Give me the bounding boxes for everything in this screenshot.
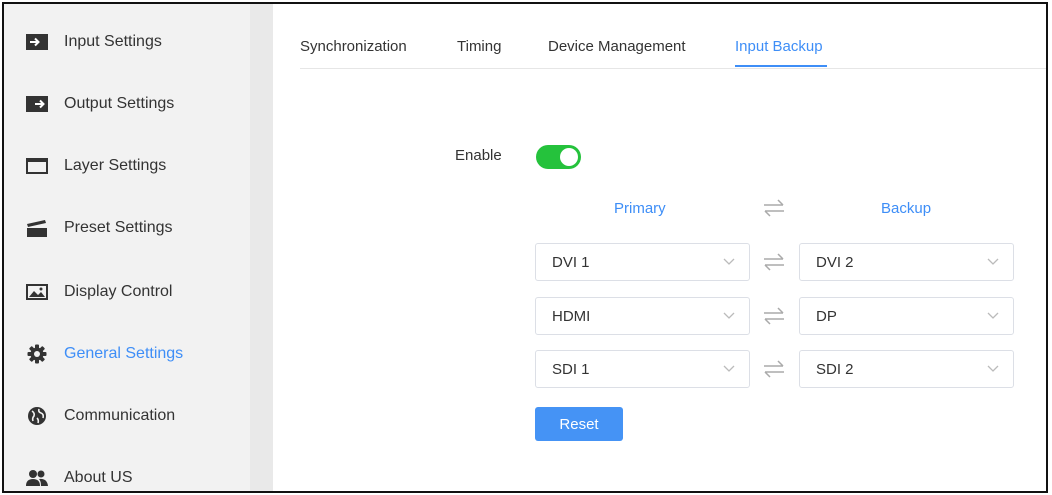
primary-select-value: SDI 1 (552, 361, 590, 378)
active-tab-indicator (735, 65, 827, 67)
app-window: Input Settings Output Settings Layer Set… (2, 2, 1048, 493)
primary-header: Primary (614, 200, 666, 217)
backup-select-value: DVI 2 (816, 254, 854, 271)
chevron-down-icon (723, 365, 735, 372)
primary-select-1[interactable]: DVI 1 (535, 243, 750, 281)
toggle-knob (560, 148, 578, 166)
sidebar-item-about-us[interactable]: About US (4, 458, 250, 491)
settings-panel: Synchronization Timing Device Management… (273, 4, 1046, 491)
sidebar-item-communication[interactable]: Communication (4, 396, 250, 436)
backup-select-2[interactable]: DP (799, 297, 1014, 335)
window-icon (26, 156, 48, 176)
gear-icon (26, 344, 48, 364)
swap-icon (763, 359, 785, 379)
chevron-down-icon (987, 312, 999, 319)
swap-icon (763, 198, 785, 218)
tab-synchronization[interactable]: Synchronization (300, 38, 407, 55)
clapperboard-icon (26, 218, 48, 238)
output-icon (26, 94, 48, 114)
chevron-down-icon (723, 312, 735, 319)
primary-select-value: DVI 1 (552, 254, 590, 271)
sidebar-item-output-settings[interactable]: Output Settings (4, 84, 250, 124)
tab-input-backup[interactable]: Input Backup (735, 38, 823, 55)
swap-icon (763, 306, 785, 326)
chevron-down-icon (987, 258, 999, 265)
chevron-down-icon (723, 258, 735, 265)
backup-select-value: DP (816, 308, 837, 325)
sidebar-item-label: General Settings (64, 345, 184, 362)
backup-header: Backup (881, 200, 932, 217)
backup-select-3[interactable]: SDI 2 (799, 350, 1014, 388)
sidebar-item-label: Preset Settings (64, 219, 173, 236)
sidebar-item-label: Layer Settings (64, 157, 167, 174)
sidebar-item-display-control[interactable]: Display Control (4, 272, 250, 312)
chevron-down-icon (987, 365, 999, 372)
swap-icon (763, 252, 785, 272)
primary-select-3[interactable]: SDI 1 (535, 350, 750, 388)
sidebar-item-label: Display Control (64, 283, 173, 300)
sidebar: Input Settings Output Settings Layer Set… (4, 4, 250, 491)
sidebar-item-input-settings[interactable]: Input Settings (4, 22, 250, 62)
tab-timing[interactable]: Timing (457, 38, 501, 55)
primary-select-value: HDMI (552, 308, 591, 325)
reset-button[interactable]: Reset (535, 407, 623, 441)
enable-toggle[interactable] (536, 145, 581, 169)
main-content: Synchronization Timing Device Management… (250, 4, 1046, 491)
backup-select-value: SDI 2 (816, 361, 854, 378)
sidebar-item-general-settings[interactable]: General Settings (4, 334, 250, 374)
globe-icon (26, 406, 48, 426)
sidebar-item-label: Communication (64, 407, 176, 424)
users-icon (26, 468, 48, 488)
sidebar-item-label: About US (64, 469, 133, 486)
sidebar-item-layer-settings[interactable]: Layer Settings (4, 146, 250, 186)
input-icon (26, 32, 48, 52)
sidebar-item-label: Output Settings (64, 95, 175, 112)
sidebar-item-label: Input Settings (64, 33, 162, 50)
tab-device-management[interactable]: Device Management (548, 38, 686, 55)
backup-select-1[interactable]: DVI 2 (799, 243, 1014, 281)
tab-bar: Synchronization Timing Device Management… (300, 4, 1046, 69)
enable-label: Enable (455, 147, 502, 164)
image-icon (26, 282, 48, 302)
primary-select-2[interactable]: HDMI (535, 297, 750, 335)
sidebar-item-preset-settings[interactable]: Preset Settings (4, 208, 250, 248)
